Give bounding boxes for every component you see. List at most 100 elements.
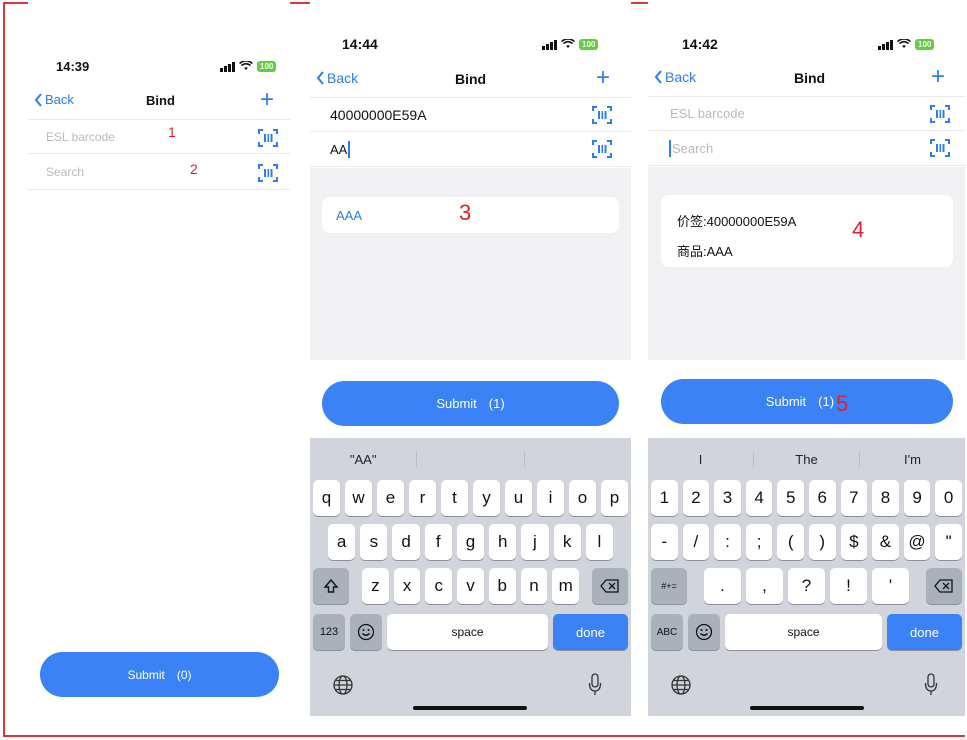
submit-button[interactable]: Submit (1) 5	[661, 379, 953, 424]
key[interactable]: )	[808, 524, 836, 560]
key[interactable]: 6	[808, 480, 836, 516]
search-field[interactable]: AA	[310, 132, 631, 167]
keyboard: I The I'm 1234567890 - /:;() $ & @ " #+= .,?!…	[648, 438, 965, 716]
key[interactable]: k	[553, 524, 581, 560]
key[interactable]: u	[505, 480, 532, 516]
key[interactable]: z	[362, 568, 389, 604]
emoji-key[interactable]	[350, 614, 382, 650]
key[interactable]: :	[714, 524, 741, 560]
key[interactable]: 5	[777, 480, 804, 516]
key[interactable]: /	[682, 524, 710, 560]
key[interactable]: g	[456, 524, 485, 560]
key[interactable]: i	[537, 480, 564, 516]
phone-screen-3: 14:42 100 Back Bind + ESL barcode Search…	[648, 0, 965, 716]
key[interactable]: n	[520, 568, 548, 604]
symbols-key[interactable]: #+=	[651, 568, 687, 604]
emoji-key[interactable]	[688, 614, 720, 650]
key[interactable]: a	[328, 524, 356, 560]
key[interactable]: 1	[651, 480, 678, 516]
key[interactable]: 9	[903, 480, 931, 516]
key[interactable]: ;	[745, 524, 773, 560]
globe-icon[interactable]	[332, 674, 354, 696]
key[interactable]: 0	[935, 480, 962, 516]
back-button[interactable]: Back	[654, 69, 696, 85]
delete-key[interactable]	[592, 568, 628, 604]
key[interactable]: f	[424, 524, 452, 560]
esl-barcode-field[interactable]: ESL barcode	[648, 96, 965, 131]
suggestion-3[interactable]	[525, 452, 631, 467]
scan-barcode-icon[interactable]	[930, 104, 950, 124]
key[interactable]: @	[903, 524, 931, 560]
chevron-left-icon	[316, 71, 324, 85]
search-result-item[interactable]: AAA 3	[322, 197, 619, 233]
key[interactable]: 3	[714, 480, 741, 516]
back-button[interactable]: Back	[34, 92, 74, 107]
microphone-icon[interactable]	[924, 673, 938, 697]
key[interactable]: y	[473, 480, 500, 516]
key[interactable]: d	[392, 524, 420, 560]
key[interactable]: r	[409, 480, 436, 516]
key[interactable]: 8	[872, 480, 899, 516]
numbers-key[interactable]: 123	[313, 614, 345, 650]
wifi-icon	[239, 61, 253, 70]
search-field[interactable]: Search 2	[28, 155, 290, 190]
key[interactable]: 4	[745, 480, 773, 516]
esl-barcode-field[interactable]: 40000000E59A	[310, 97, 631, 132]
key[interactable]: q	[313, 480, 340, 516]
add-button[interactable]: +	[260, 88, 274, 112]
submit-label: Submit	[436, 396, 477, 411]
key[interactable]: e	[377, 480, 404, 516]
key[interactable]: ,	[746, 568, 783, 604]
key[interactable]: "	[935, 524, 962, 560]
key[interactable]: c	[425, 568, 453, 604]
scan-barcode-icon[interactable]	[592, 105, 612, 125]
key[interactable]: t	[441, 480, 468, 516]
key[interactable]: -	[651, 524, 678, 560]
done-key[interactable]: done	[553, 614, 628, 650]
key[interactable]: o	[569, 480, 596, 516]
key[interactable]: ?	[788, 568, 825, 604]
done-key[interactable]: done	[887, 614, 962, 650]
key[interactable]: &	[872, 524, 899, 560]
suggestion-2[interactable]	[417, 452, 525, 467]
key[interactable]: x	[393, 568, 421, 604]
key[interactable]: !	[830, 568, 867, 604]
key[interactable]: m	[552, 568, 580, 604]
submit-button[interactable]: Submit (0)	[40, 652, 279, 697]
suggestion-3[interactable]: I'm	[860, 452, 965, 467]
submit-button[interactable]: Submit (1)	[322, 381, 619, 426]
delete-key[interactable]	[926, 568, 962, 604]
key[interactable]: l	[585, 524, 613, 560]
key[interactable]: $	[840, 524, 868, 560]
scan-barcode-icon[interactable]	[258, 128, 278, 148]
add-button[interactable]: +	[931, 65, 945, 89]
scan-search-icon[interactable]	[930, 138, 950, 158]
key[interactable]: (	[777, 524, 804, 560]
key[interactable]: p	[601, 480, 628, 516]
space-key[interactable]: space	[725, 614, 882, 650]
letters-key[interactable]: ABC	[651, 614, 683, 650]
suggestion-1[interactable]: "AA"	[310, 452, 418, 467]
key[interactable]: 7	[840, 480, 868, 516]
microphone-icon[interactable]	[588, 673, 602, 697]
key[interactable]: h	[489, 524, 517, 560]
scan-search-icon[interactable]	[258, 163, 278, 183]
key[interactable]: b	[488, 568, 516, 604]
suggestion-1[interactable]: I	[648, 452, 754, 467]
key[interactable]: .	[704, 568, 741, 604]
space-key[interactable]: space	[387, 614, 548, 650]
search-field[interactable]: Search	[648, 131, 965, 166]
back-button[interactable]: Back	[316, 70, 358, 86]
esl-barcode-field[interactable]: ESL barcode 1	[28, 119, 290, 154]
globe-icon[interactable]	[670, 674, 692, 696]
scan-search-icon[interactable]	[592, 139, 612, 159]
key[interactable]: j	[521, 524, 549, 560]
key[interactable]: v	[457, 568, 484, 604]
key[interactable]: '	[872, 568, 909, 604]
key[interactable]: s	[360, 524, 388, 560]
add-button[interactable]: +	[596, 66, 610, 90]
suggestion-2[interactable]: The	[754, 452, 860, 467]
key[interactable]: 2	[682, 480, 710, 516]
key[interactable]: w	[345, 480, 372, 516]
shift-key[interactable]	[313, 568, 349, 604]
